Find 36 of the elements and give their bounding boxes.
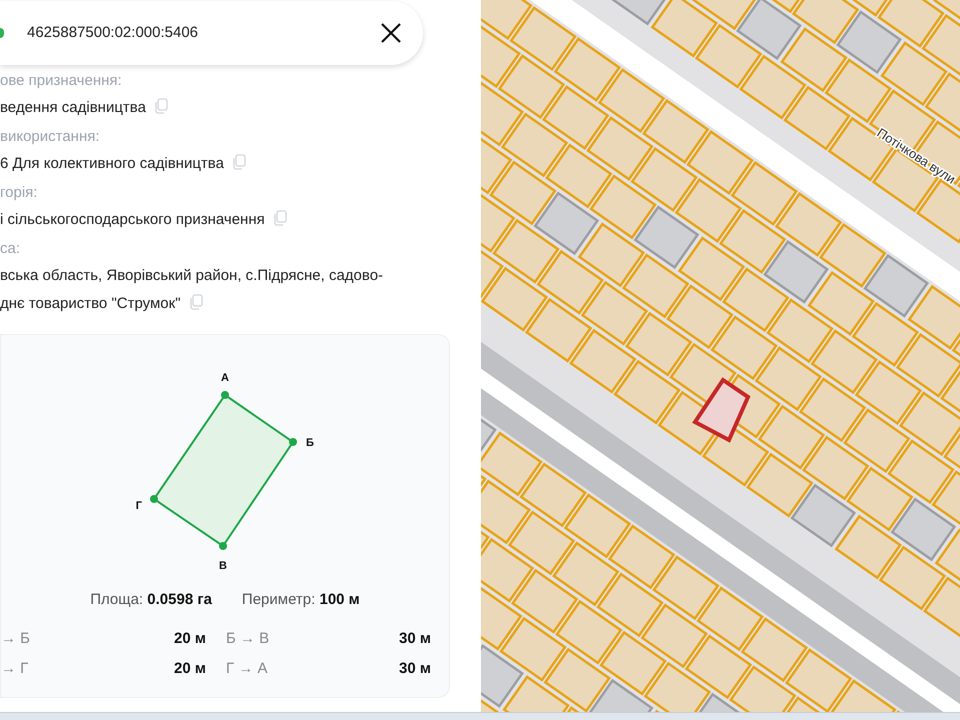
field-value: і сільськогосподарського призначення: [0, 206, 404, 236]
vertex-point: [219, 542, 227, 550]
copy-icon[interactable]: [154, 98, 168, 114]
side-length: 20 м: [174, 628, 206, 648]
selected-parcel-outline[interactable]: [692, 377, 750, 443]
vertex-label: В: [219, 560, 227, 572]
field-label: використання:: [0, 127, 101, 147]
vertex-point: [150, 495, 158, 503]
field-value: ведення садівництва: [0, 94, 404, 124]
vertex-label: Г: [136, 500, 142, 512]
location-icon: [0, 28, 4, 38]
side-label: Б → В: [226, 628, 270, 648]
field-value: вська область, Яворівський район, с.Підрясне, садово-днє товариство "Струмок": [0, 266, 384, 314]
close-icon: [380, 22, 402, 44]
copy-icon[interactable]: [188, 294, 203, 310]
side-label: → Б: [1, 628, 30, 648]
side-length: 30 м: [399, 659, 431, 679]
area-text: Площа: 0.0598 га: [90, 590, 212, 610]
vertex-label: А: [221, 372, 229, 384]
side-length: 30 м: [399, 628, 431, 648]
copy-icon[interactable]: [232, 154, 246, 170]
side-length: 20 м: [174, 659, 206, 679]
perimeter-text: Периметр: 100 м: [242, 590, 360, 610]
field-value: 6 Для колективного садівництва: [0, 150, 404, 180]
search-value: 4625887500:02:000:5406: [27, 22, 200, 43]
vertex-label: Б: [306, 437, 314, 449]
field-label: ове призначення:: [0, 71, 123, 91]
vertex-point: [289, 438, 297, 446]
search-bar[interactable]: 4625887500:02:000:5406: [0, 1, 423, 65]
side-label: Г → А: [226, 659, 268, 679]
close-button[interactable]: [379, 21, 403, 45]
field-label: са:: [0, 239, 22, 259]
copy-icon[interactable]: [272, 210, 287, 226]
side-label: → Г: [1, 659, 28, 679]
vertex-point: [221, 391, 229, 399]
field-label: горія:: [0, 183, 38, 203]
